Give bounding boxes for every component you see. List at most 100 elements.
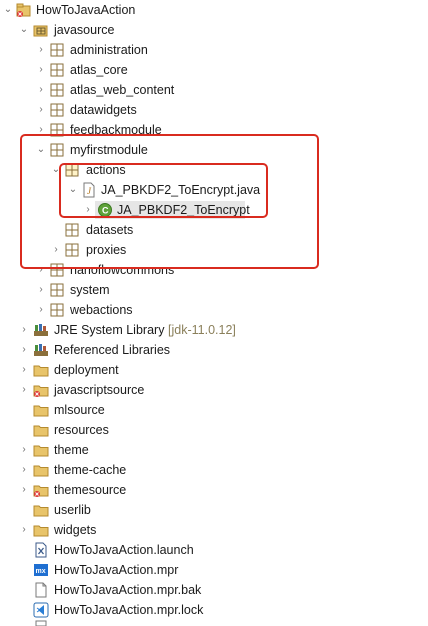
tree-item-label: webactions xyxy=(70,303,133,317)
folder-icon xyxy=(33,365,49,377)
tree-item-nanoflowcommons[interactable]: › nanoflowcommons xyxy=(0,260,428,280)
tree-item-userlib[interactable]: userlib xyxy=(0,500,428,520)
tree-item-launch-file[interactable]: HowToJavaAction.launch xyxy=(0,540,428,560)
tree-item-javascriptsource[interactable]: › javascriptsource xyxy=(0,380,428,400)
tree-item-webactions[interactable]: › webactions xyxy=(0,300,428,320)
tree-item-label: userlib xyxy=(54,503,91,517)
library-icon xyxy=(34,344,48,356)
tree-item-javasource[interactable]: ⌄ javasource xyxy=(0,20,428,40)
package-icon xyxy=(50,103,64,117)
tree-item-administration[interactable]: › administration xyxy=(0,40,428,60)
tree-item-theme[interactable]: › theme xyxy=(0,440,428,460)
tree-item-actions[interactable]: ⌄ actions xyxy=(0,160,428,180)
chevron-right-icon[interactable]: › xyxy=(82,203,94,217)
chevron-right-icon[interactable]: › xyxy=(18,343,30,357)
java-class-icon: C xyxy=(98,203,112,217)
tree-item-themesource[interactable]: › themesource xyxy=(0,480,428,500)
tree-item-label: HowToJavaAction.launch xyxy=(54,543,194,557)
folder-icon xyxy=(33,525,49,537)
chevron-down-icon[interactable]: ⌄ xyxy=(50,163,62,177)
package-icon xyxy=(65,243,79,257)
folder-icon xyxy=(33,465,49,477)
file-icon xyxy=(35,582,47,598)
tree-item-datasets[interactable]: datasets xyxy=(0,220,428,240)
tree-item-label: JRE System Library xyxy=(54,323,165,337)
tree-item-label: system xyxy=(70,283,110,297)
tree-item-mpr-bak-file[interactable]: HowToJavaAction.mpr.bak xyxy=(0,580,428,600)
chevron-right-icon[interactable]: › xyxy=(35,263,47,277)
package-icon xyxy=(50,43,64,57)
chevron-right-icon[interactable]: › xyxy=(35,303,47,317)
folder-error-icon xyxy=(33,485,49,497)
tree-item-atlas-core[interactable]: › atlas_core xyxy=(0,60,428,80)
folder-icon xyxy=(33,425,49,437)
chevron-right-icon[interactable]: › xyxy=(35,103,47,117)
chevron-right-icon[interactable]: › xyxy=(35,63,47,77)
tree-item-label: HowToJavaAction xyxy=(36,3,136,17)
source-folder-icon xyxy=(33,25,48,37)
chevron-right-icon[interactable]: › xyxy=(18,523,30,537)
folder-icon xyxy=(33,405,49,417)
tree-item-label: widgets xyxy=(54,523,97,537)
tree-item-resources[interactable]: resources xyxy=(0,420,428,440)
tree-item-jre-system-library[interactable]: › JRE System Library [jdk-11.0.12] xyxy=(0,320,428,340)
tree-item-label: administration xyxy=(70,43,148,57)
tree-item-widgets[interactable]: › widgets xyxy=(0,520,428,540)
tree-item-label: javascriptsource xyxy=(54,383,145,397)
tree-item-label: nanoflowcommons xyxy=(70,263,175,277)
chevron-down-icon[interactable]: ⌄ xyxy=(2,3,14,17)
tree-item-java-class[interactable]: › C JA_PBKDF2_ToEncrypt xyxy=(0,200,428,220)
chevron-right-icon[interactable]: › xyxy=(35,283,47,297)
java-file-icon: J xyxy=(83,182,95,198)
tree-item-label: HowToJavaAction.mpr.bak xyxy=(54,583,202,597)
chevron-down-icon[interactable]: ⌄ xyxy=(67,183,79,197)
tree-item-mlsource[interactable]: mlsource xyxy=(0,400,428,420)
chevron-right-icon[interactable]: › xyxy=(18,323,30,337)
tree-item-mpr-file[interactable]: mx HowToJavaAction.mpr xyxy=(0,560,428,580)
chevron-right-icon[interactable]: › xyxy=(35,123,47,137)
chevron-right-icon[interactable]: › xyxy=(18,483,30,497)
folder-icon xyxy=(33,445,49,457)
package-icon xyxy=(50,143,64,157)
tree-item-myfirstmodule[interactable]: ⌄ myfirstmodule xyxy=(0,140,428,160)
chevron-right-icon[interactable]: › xyxy=(18,383,30,397)
package-icon xyxy=(50,63,64,77)
tree-item-label: mlsource xyxy=(54,403,105,417)
file-icon xyxy=(35,620,47,626)
tree-item-label: actions xyxy=(86,163,126,177)
package-icon xyxy=(65,223,79,237)
tree-item-label: proxies xyxy=(86,243,127,257)
launch-file-icon xyxy=(35,542,47,558)
tree-item-atlas-web-content[interactable]: › atlas_web_content xyxy=(0,80,428,100)
partial-row xyxy=(0,619,428,626)
chevron-down-icon[interactable]: ⌄ xyxy=(35,143,47,157)
chevron-right-icon[interactable]: › xyxy=(18,463,30,477)
package-icon xyxy=(65,163,79,177)
tree-item-deployment[interactable]: › deployment xyxy=(0,360,428,380)
tree-item-label: Referenced Libraries xyxy=(54,343,171,357)
tree-item-label: HowToJavaAction.mpr xyxy=(54,563,179,577)
tree-item-feedbackmodule[interactable]: › feedbackmodule xyxy=(0,120,428,140)
chevron-right-icon[interactable]: › xyxy=(35,83,47,97)
chevron-right-icon[interactable]: › xyxy=(50,243,62,257)
chevron-down-icon[interactable]: ⌄ xyxy=(18,23,30,37)
tree-item-label: themesource xyxy=(54,483,127,497)
tree-item-proxies[interactable]: › proxies xyxy=(0,240,428,260)
folder-error-icon xyxy=(33,385,49,397)
chevron-right-icon[interactable]: › xyxy=(18,443,30,457)
tree-item-java-file[interactable]: ⌄ J JA_PBKDF2_ToEncrypt.java xyxy=(0,180,428,200)
tree-item-referenced-libraries[interactable]: › Referenced Libraries xyxy=(0,340,428,360)
package-icon xyxy=(50,303,64,317)
tree-item-label: atlas_core xyxy=(70,63,128,77)
tree-item-mpr-lock-file[interactable]: HowToJavaAction.mpr.lock xyxy=(0,600,428,620)
tree-item-label: theme xyxy=(54,443,89,457)
tree-item-theme-cache[interactable]: › theme-cache xyxy=(0,460,428,480)
tree-item-system[interactable]: › system xyxy=(0,280,428,300)
vscode-file-icon xyxy=(33,602,49,618)
tree-item-datawidgets[interactable]: › datawidgets xyxy=(0,100,428,120)
tree-item-label: myfirstmodule xyxy=(70,143,148,157)
chevron-right-icon[interactable]: › xyxy=(35,43,47,57)
tree-item-howtojavaaction[interactable]: ⌄ HowToJavaAction xyxy=(0,0,428,20)
tree-item-label: HowToJavaAction.mpr.lock xyxy=(54,603,204,617)
chevron-right-icon[interactable]: › xyxy=(18,363,30,377)
